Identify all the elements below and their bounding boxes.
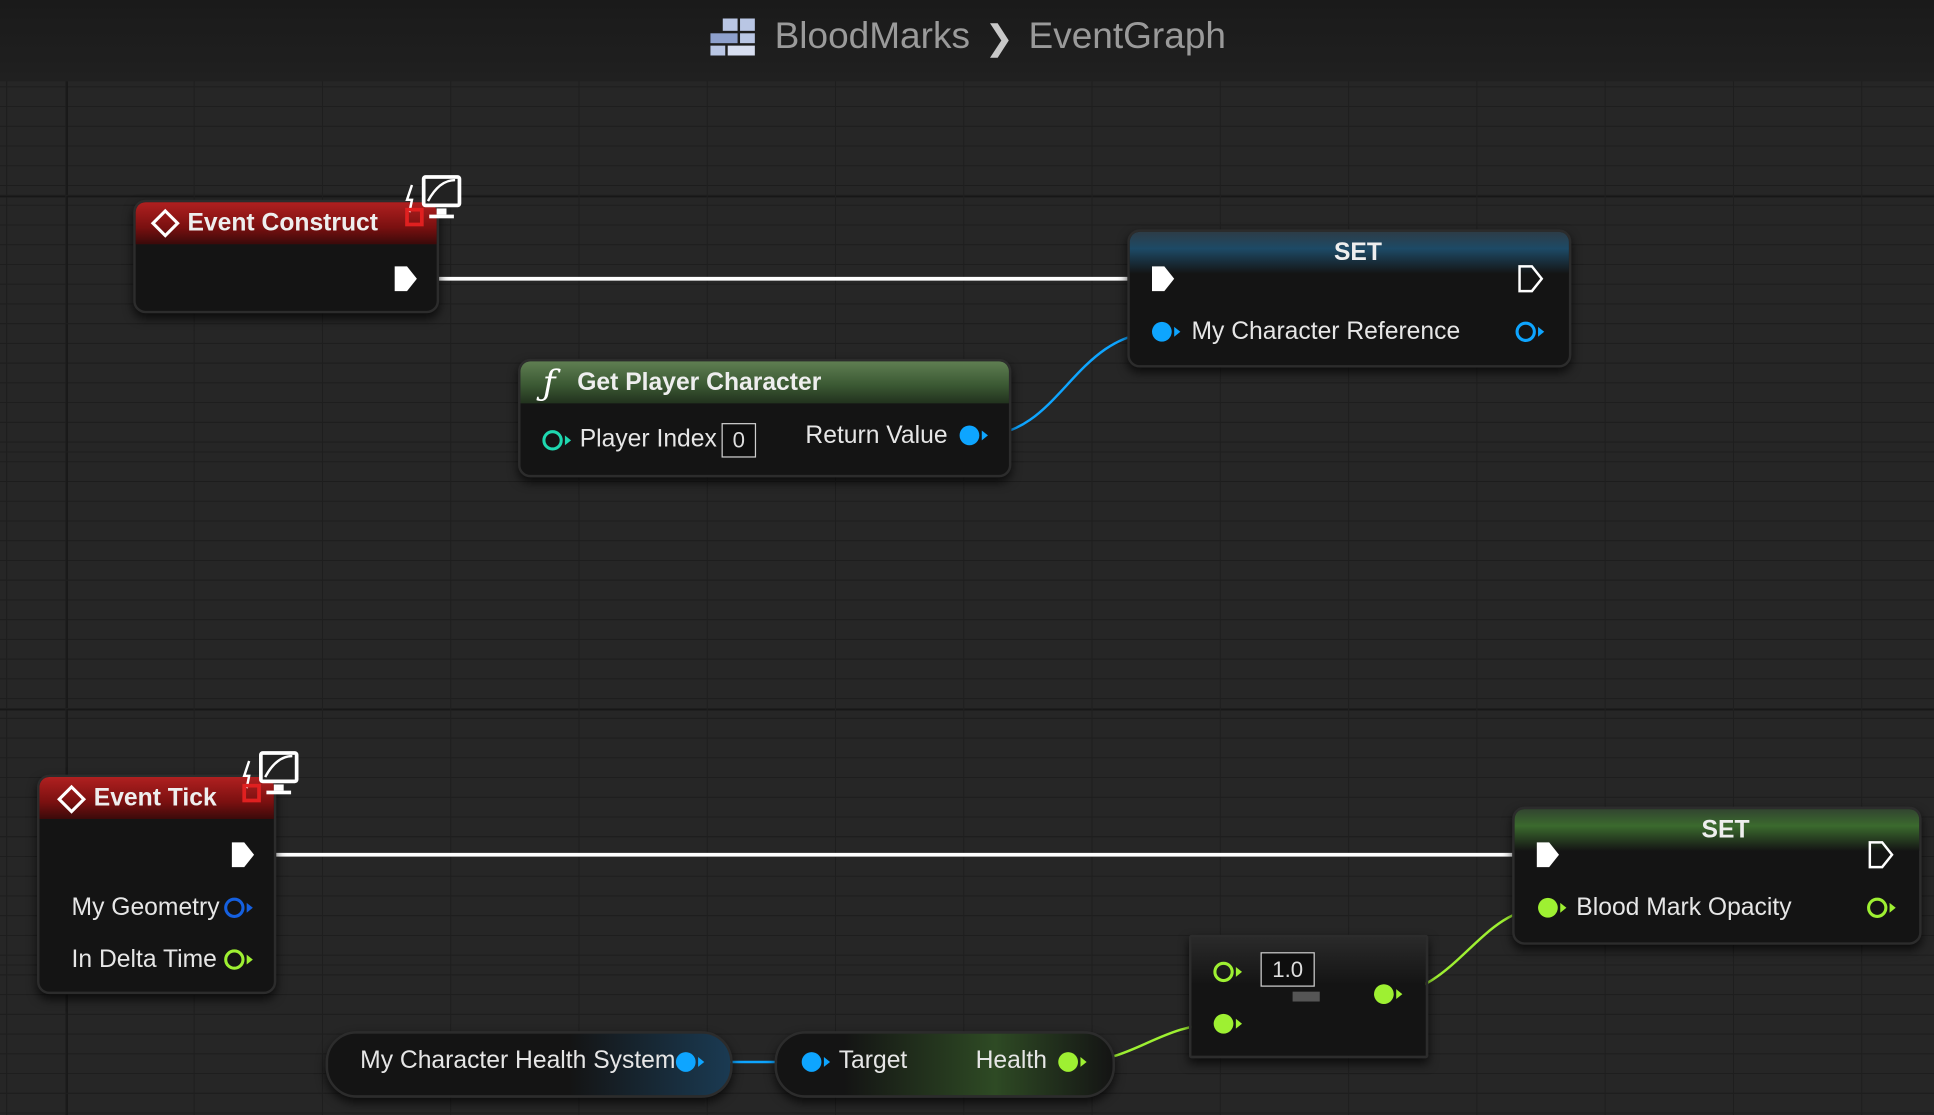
float-out-pin[interactable] [1372, 982, 1404, 1007]
float-out-pin[interactable] [1865, 895, 1897, 920]
float-out-pin[interactable] [222, 947, 254, 972]
set-var-label: Blood Mark Opacity [1576, 894, 1792, 922]
return-value-label: Return Value [805, 421, 948, 449]
function-icon: ƒ [542, 362, 556, 404]
exec-in-pin[interactable] [1150, 264, 1177, 294]
set-title: SET [1333, 238, 1382, 266]
replicate-monitor-icon [405, 175, 462, 227]
in-delta-time-label: In Delta Time [71, 946, 217, 974]
int-in-pin[interactable] [540, 428, 572, 453]
object-out-pin[interactable] [673, 1050, 705, 1075]
divide-value-input[interactable]: 1.0 [1260, 952, 1315, 987]
get-player-character-title: Get Player Character [577, 368, 822, 396]
object-out-pin[interactable] [1513, 319, 1545, 344]
event-tick-title: Event Tick [93, 783, 217, 811]
player-index-input[interactable]: 0 [721, 423, 757, 458]
health-system-label: My Character Health System [360, 1047, 676, 1075]
health-label: Health [975, 1047, 1047, 1075]
struct-out-pin[interactable] [222, 895, 254, 920]
object-out-pin[interactable] [957, 423, 989, 448]
target-label: Target [838, 1047, 908, 1075]
exec-out-pin[interactable] [392, 264, 419, 294]
my-geometry-label: My Geometry [71, 894, 220, 922]
exec-out-pin[interactable] [1517, 264, 1544, 294]
divide-operator-icon [1292, 991, 1320, 1002]
float-in-pin[interactable] [1211, 960, 1243, 985]
object-in-pin[interactable] [799, 1050, 831, 1075]
object-in-pin[interactable] [1150, 319, 1182, 344]
set-title: SET [1701, 815, 1750, 844]
replicate-monitor-icon [242, 751, 299, 803]
exec-in-pin[interactable] [1534, 840, 1561, 870]
event-diamond-icon [57, 784, 87, 814]
set-character-reference-node[interactable]: SET [1127, 229, 1572, 368]
event-diamond-icon [150, 208, 180, 238]
player-index-label: Player Index [579, 425, 717, 453]
exec-out-pin[interactable] [1867, 840, 1894, 870]
wires-layer [271, 276, 1545, 1064]
exec-out-pin[interactable] [229, 840, 256, 870]
set-var-label: My Character Reference [1191, 318, 1461, 346]
float-out-pin[interactable] [1056, 1050, 1088, 1075]
set-blood-mark-opacity-node[interactable]: SET [1512, 806, 1922, 945]
blueprint-canvas[interactable]: BloodMarks ❯ EventGraph Event Construct … [0, 0, 1934, 1115]
event-construct-title: Event Construct [187, 209, 378, 237]
get-player-character-node[interactable]: Get Player Character [518, 358, 1012, 478]
float-in-pin[interactable] [1536, 895, 1568, 920]
float-in-pin[interactable] [1211, 1011, 1243, 1036]
